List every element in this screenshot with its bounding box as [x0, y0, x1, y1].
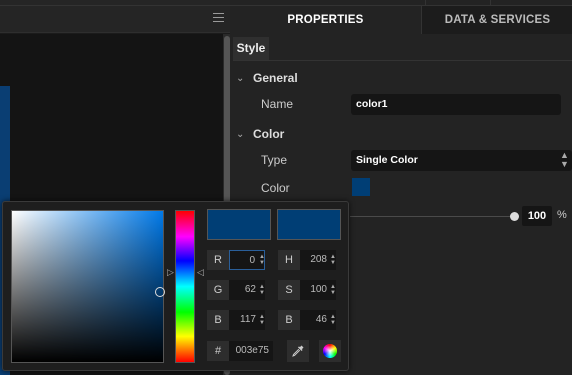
spinner-icon[interactable]: ▲ ▼ [330, 284, 336, 296]
saturation-label: S [278, 280, 300, 300]
original-color-swatch[interactable] [277, 209, 341, 240]
blue-label: B [207, 310, 229, 330]
chevron-down-icon[interactable]: ⌄ [236, 129, 244, 140]
saturation-value-area[interactable] [11, 210, 164, 363]
select-arrows-icon: ▲ ▼ [560, 150, 569, 169]
divider [0, 5, 230, 6]
panel-tab-bar: PROPERTIES DATA & SERVICES [230, 6, 572, 34]
name-label: Name [261, 97, 294, 111]
color-picker-popup: ▷ ◁ R 0 ▲ ▼ G 62 ▲ ▼ B 117 ▲ ▼ H 208 ▲ ▼ S 1… [2, 201, 349, 371]
divider [233, 60, 572, 61]
spinner-icon[interactable]: ▲ ▼ [259, 314, 265, 326]
color-label: Color [261, 181, 290, 195]
spinner-icon[interactable]: ▲ ▼ [330, 314, 336, 326]
type-label: Type [261, 153, 288, 167]
name-input[interactable]: color1 [351, 94, 561, 115]
hex-input[interactable]: 003e75 [229, 341, 273, 361]
brightness-label: B [278, 310, 300, 330]
eyedropper-icon[interactable] [287, 340, 309, 362]
hue-label: H [278, 250, 300, 270]
type-select[interactable]: Single Color [351, 150, 572, 171]
hamburger-menu-icon[interactable] [213, 13, 224, 23]
saturation-value-cursor[interactable] [155, 287, 165, 297]
hue-slider[interactable] [175, 210, 195, 363]
hex-label: # [207, 341, 229, 361]
new-color-swatch [207, 209, 271, 240]
color-wheel-button[interactable] [319, 340, 341, 362]
tab-data-services[interactable]: DATA & SERVICES [421, 6, 572, 34]
spinner-icon[interactable]: ▲ ▼ [259, 254, 265, 266]
section-color-title[interactable]: Color [253, 127, 284, 141]
red-label: R [207, 250, 229, 270]
spinner-icon[interactable]: ▲ ▼ [259, 284, 265, 296]
color-wheel-icon [323, 344, 337, 358]
spinner-icon[interactable]: ▲ ▼ [330, 254, 336, 266]
opacity-slider-handle[interactable] [510, 212, 519, 221]
section-general-title[interactable]: General [253, 71, 298, 85]
hue-pointer-left-icon[interactable]: ▷ [167, 268, 174, 277]
opacity-unit: % [557, 209, 567, 221]
color-swatch[interactable] [352, 178, 370, 196]
opacity-input[interactable]: 100 [522, 206, 552, 226]
opacity-slider-track[interactable] [350, 216, 514, 217]
green-label: G [207, 280, 229, 300]
hue-pointer-right-icon[interactable]: ◁ [197, 268, 204, 277]
chevron-down-icon[interactable]: ⌄ [236, 73, 244, 84]
tab-style[interactable]: Style [233, 37, 269, 60]
tab-properties[interactable]: PROPERTIES [230, 6, 421, 34]
